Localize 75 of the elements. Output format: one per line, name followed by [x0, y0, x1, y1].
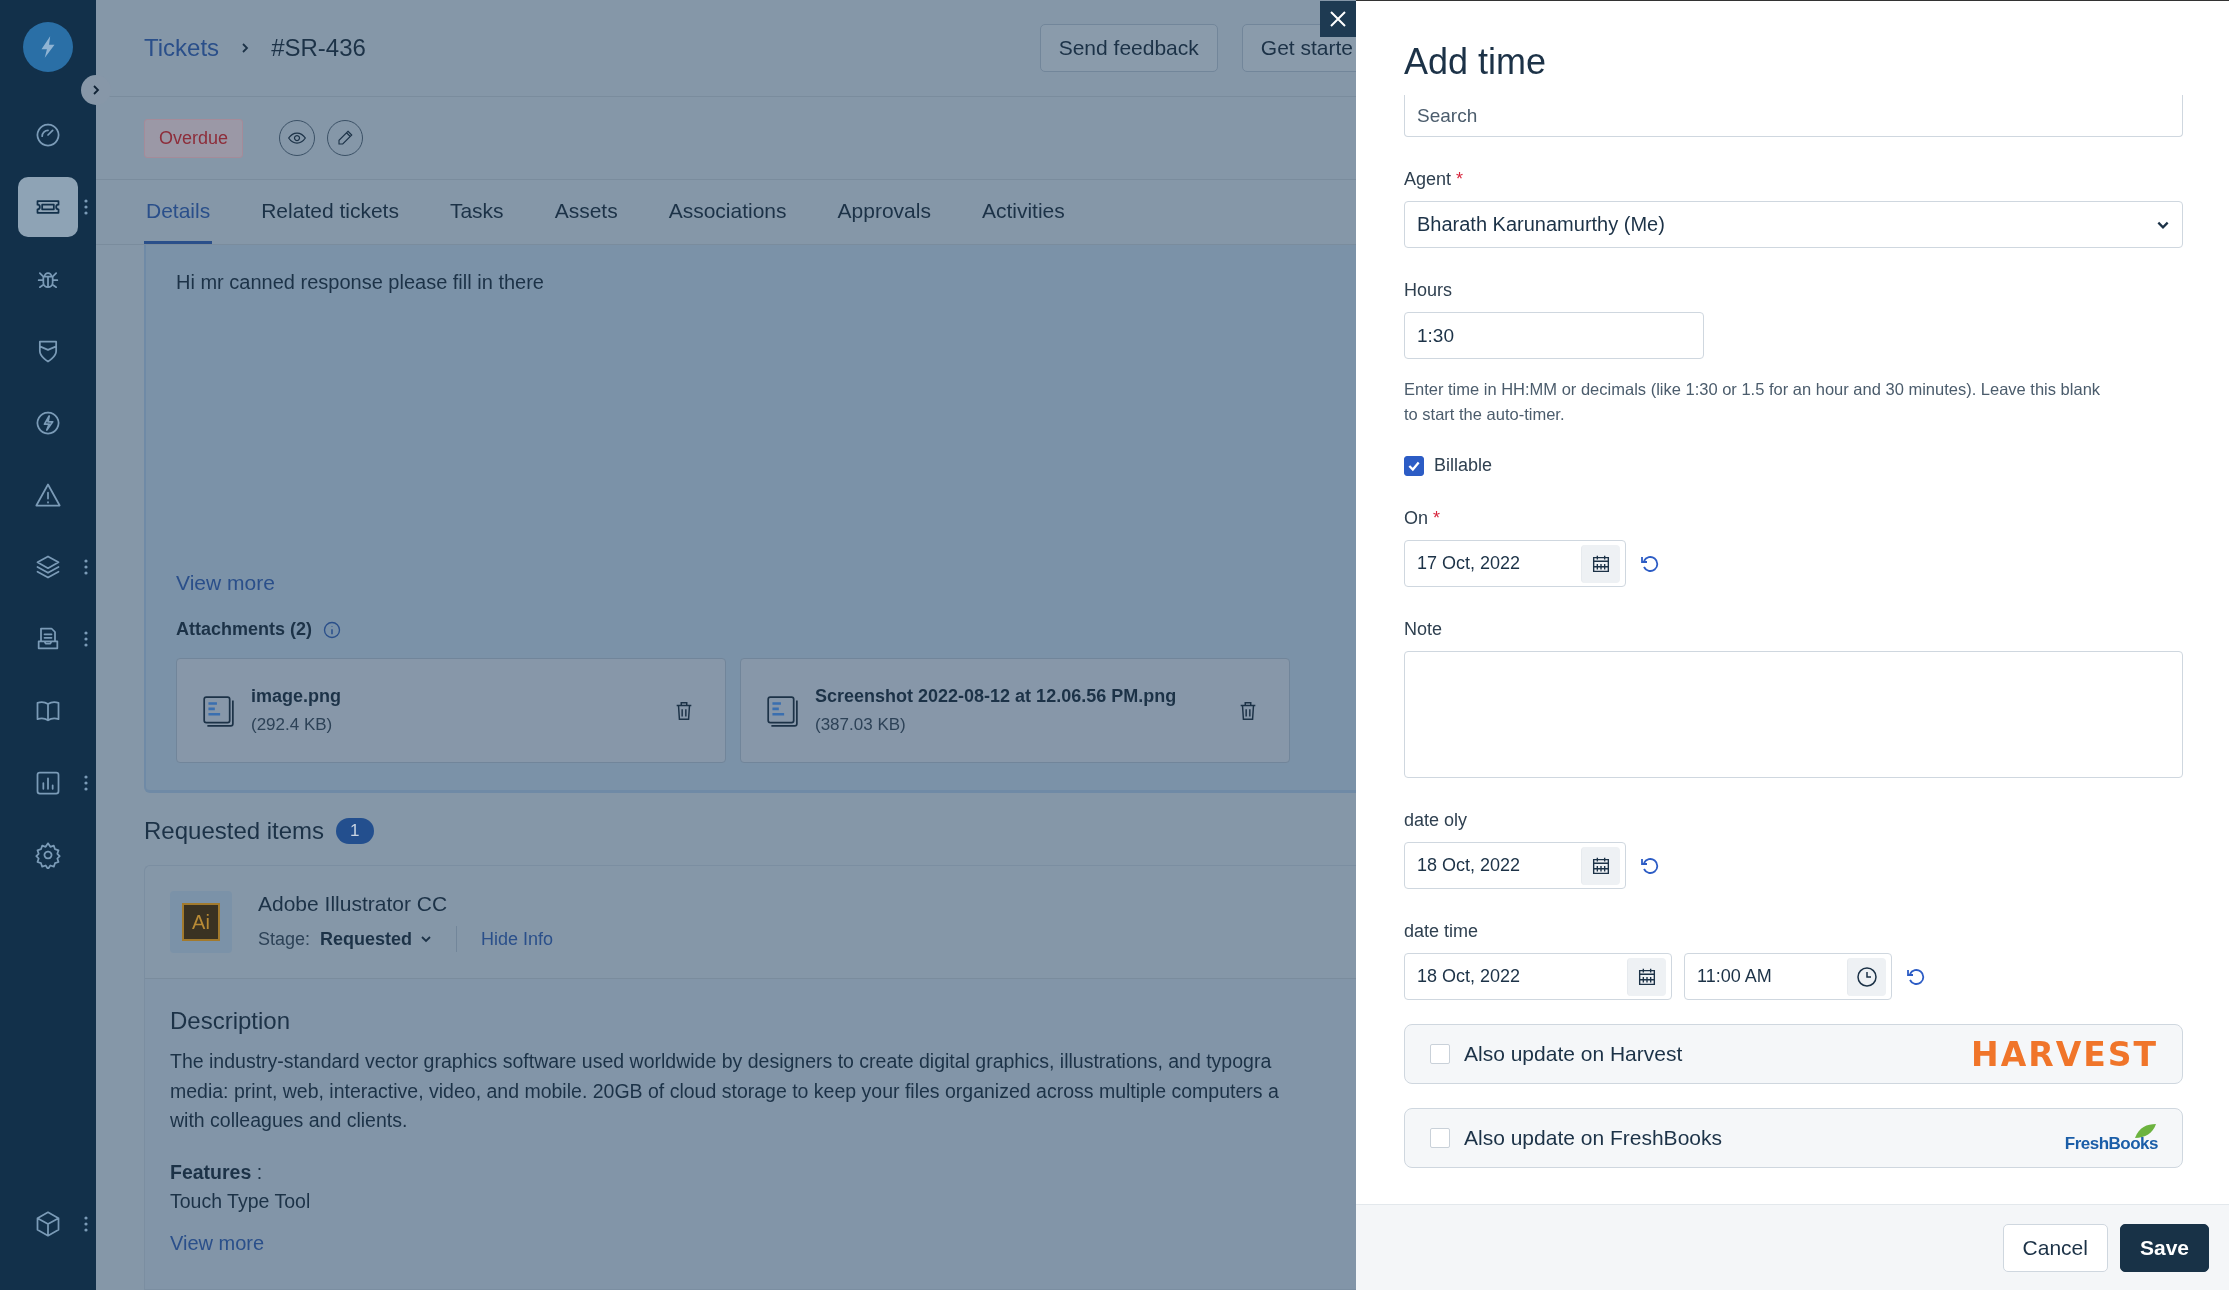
file-size: (387.03 KB) — [815, 715, 907, 735]
field-label: On — [1404, 508, 1428, 529]
required-mark: * — [1456, 169, 1464, 190]
count-badge: 1 — [336, 818, 374, 844]
search-field[interactable]: Search — [1404, 95, 2183, 137]
checkbox[interactable] — [1404, 455, 1424, 476]
tab[interactable]: Activities — [979, 180, 1067, 244]
close-button[interactable] — [1320, 1, 1356, 37]
help-text: Enter time in HH:MM or decimals (like 1:30 or 1.5 for an hour and 30 minutes). Leave this blank to start the auto-timer. — [1404, 379, 2102, 425]
date-field[interactable]: 17 Oct, 2022 — [1404, 540, 1626, 587]
required-mark: * — [1433, 508, 1441, 529]
hide-info-link[interactable]: Hide Info — [481, 928, 554, 950]
field-label: Hours — [1404, 280, 1452, 301]
more-icon[interactable] — [84, 199, 88, 215]
more-icon[interactable] — [84, 1216, 88, 1232]
agent-dropdown[interactable]: Bharath Karunamurthy (Me) — [1404, 201, 2183, 248]
description-text: The industry-standard vector graphics software used worldwide by designers to create digital graphics, illustrations, and typogra — [170, 1049, 1273, 1074]
section-title: Requested items — [144, 817, 325, 845]
more-icon[interactable] — [84, 559, 88, 575]
field-label: date oly — [1404, 810, 1468, 831]
tab[interactable]: Related tickets — [259, 180, 401, 244]
tab[interactable]: Associations — [666, 180, 789, 244]
status-badge: Overdue — [144, 118, 244, 158]
file-icon — [765, 693, 799, 728]
description-text: media: print, web, interactive, video, and mobile. 20GB of cloud storage to keep your files organized across multiple computers a — [170, 1078, 1280, 1104]
tab[interactable]: Tasks — [447, 180, 506, 244]
ticket-icon[interactable] — [18, 177, 78, 237]
checkbox-label: Billable — [1434, 455, 1493, 476]
attachments-label: Attachments (2) — [176, 619, 313, 640]
chevron-icon — [90, 84, 102, 96]
panel-title: Add time — [1404, 41, 1548, 83]
pencil-icon — [336, 129, 355, 147]
freshbooks-logo: FreshBooks — [2064, 1123, 2158, 1153]
more-icon[interactable] — [84, 775, 88, 791]
clock-icon[interactable] — [1855, 964, 1879, 989]
hours-field[interactable]: 1:30 — [1404, 312, 1704, 359]
feature-text: Touch Type Tool — [170, 1188, 312, 1214]
tab[interactable]: Approvals — [835, 180, 933, 244]
file-name: image.png — [251, 686, 342, 707]
note-field[interactable] — [1404, 651, 2183, 778]
app-icon: Ai — [170, 891, 232, 953]
ticket-id: #SR-436 — [271, 34, 366, 62]
date-field[interactable]: 18 Oct, 2022 — [1404, 953, 1672, 1000]
header-button[interactable]: Send feedback — [1039, 24, 1218, 72]
view-more-link[interactable]: View more — [170, 1232, 265, 1255]
file-icon — [201, 693, 235, 728]
save-button[interactable]: Save — [2119, 1223, 2209, 1272]
description-title: Description — [170, 1007, 292, 1035]
field-label: Note — [1404, 619, 1443, 640]
field-label: Agent — [1404, 169, 1452, 190]
item-name: Adobe Illustrator CC — [258, 892, 449, 916]
file-name: Screenshot 2022-08-12 at 12.06.56 PM.png — [815, 686, 1178, 707]
info-icon[interactable] — [322, 619, 343, 640]
stage-dropdown[interactable]: Requested — [320, 928, 433, 950]
file-size: (292.4 KB) — [251, 715, 334, 735]
chevron-down-icon — [420, 933, 433, 945]
features-label: Features : — [170, 1159, 264, 1185]
cancel-button[interactable]: Cancel — [2002, 1223, 2108, 1272]
view-more-link[interactable]: View more — [176, 571, 275, 595]
time-field[interactable]: 11:00 AM — [1684, 953, 1892, 1000]
more-icon[interactable] — [84, 631, 88, 647]
header-button[interactable]: Get starte — [1241, 24, 1356, 72]
date-field[interactable]: 18 Oct, 2022 — [1404, 842, 1626, 889]
checkbox-label: Also update on Harvest — [1464, 1042, 1684, 1066]
breadcrumb-link[interactable]: Tickets — [144, 34, 220, 62]
harvest-logo: HARVEST — [1971, 1034, 2158, 1074]
logo-icon[interactable] — [23, 22, 73, 72]
description-text: with colleagues and clients. — [170, 1108, 409, 1133]
message-text: Hi mr canned response please fill in there — [176, 271, 545, 294]
attachment-card[interactable]: image.png (292.4 KB) — [176, 658, 726, 763]
field-label: date time — [1404, 921, 1479, 942]
stage-label: Stage: — [258, 928, 311, 950]
checkbox-label: Also update on FreshBooks — [1464, 1126, 1723, 1150]
tab[interactable]: Assets — [552, 180, 620, 244]
attachment-card[interactable]: Screenshot 2022-08-12 at 12.06.56 PM.png (387.03 KB) — [740, 658, 1290, 763]
